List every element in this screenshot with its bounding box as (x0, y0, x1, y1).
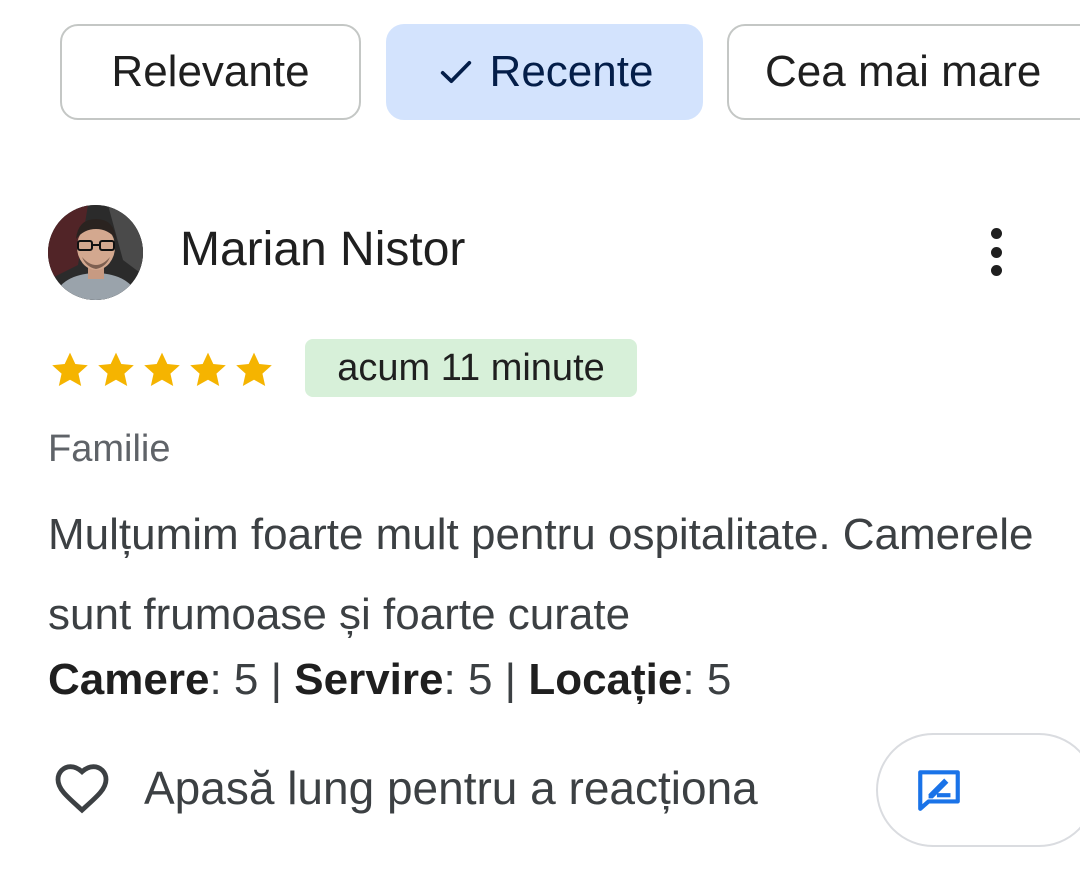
star-icon (52, 352, 88, 386)
author-name[interactable]: Marian Nistor (180, 222, 465, 277)
filter-chip-recente[interactable]: Recente (386, 24, 703, 120)
filter-chip-relevante-label: Relevante (111, 47, 310, 96)
filter-chip-cea-mai-mare-label: Cea mai mare (765, 47, 1042, 96)
star-icon (190, 352, 226, 386)
star-icon (144, 352, 180, 386)
star-icon (236, 352, 272, 386)
star-rating (48, 348, 276, 392)
heart-outline-icon (55, 764, 109, 814)
sub-rating-label: Camere (48, 655, 210, 704)
sub-rating-label: Locație (528, 655, 683, 704)
sub-rating-value: 5 (233, 655, 259, 704)
filter-chip-cea-mai-mare[interactable]: Cea mai mare (727, 24, 1080, 120)
sub-rating-value: 5 (706, 655, 732, 704)
avatar-image (48, 205, 143, 300)
more-vert-icon[interactable] (976, 222, 1016, 282)
reply-button[interactable] (876, 733, 1080, 847)
trip-type: Familie (48, 428, 171, 470)
more-dot (990, 246, 1002, 258)
filter-chip-relevante[interactable]: Relevante (60, 24, 361, 120)
react-label: Apasă lung pentru a reacționa (144, 762, 758, 814)
sub-rating-value: 5 (467, 655, 493, 704)
sub-ratings: Camere: 5 | Servire: 5 | Locație: 5 (48, 655, 732, 704)
check-icon (440, 61, 471, 83)
avatar[interactable] (48, 205, 143, 300)
filter-chip-recente-label: Recente (489, 47, 654, 96)
sub-rating-label: Servire (294, 655, 444, 704)
more-dot (990, 228, 1002, 239)
more-dot (990, 265, 1002, 276)
reply-icon (918, 770, 960, 811)
star-icon (98, 352, 134, 386)
review-text: Mulțumim foarte mult pentru ospitalitate… (48, 510, 1034, 639)
react-action[interactable]: Apasă lung pentru a reacționa (50, 756, 758, 820)
time-badge: acum 11 minute (305, 339, 637, 397)
